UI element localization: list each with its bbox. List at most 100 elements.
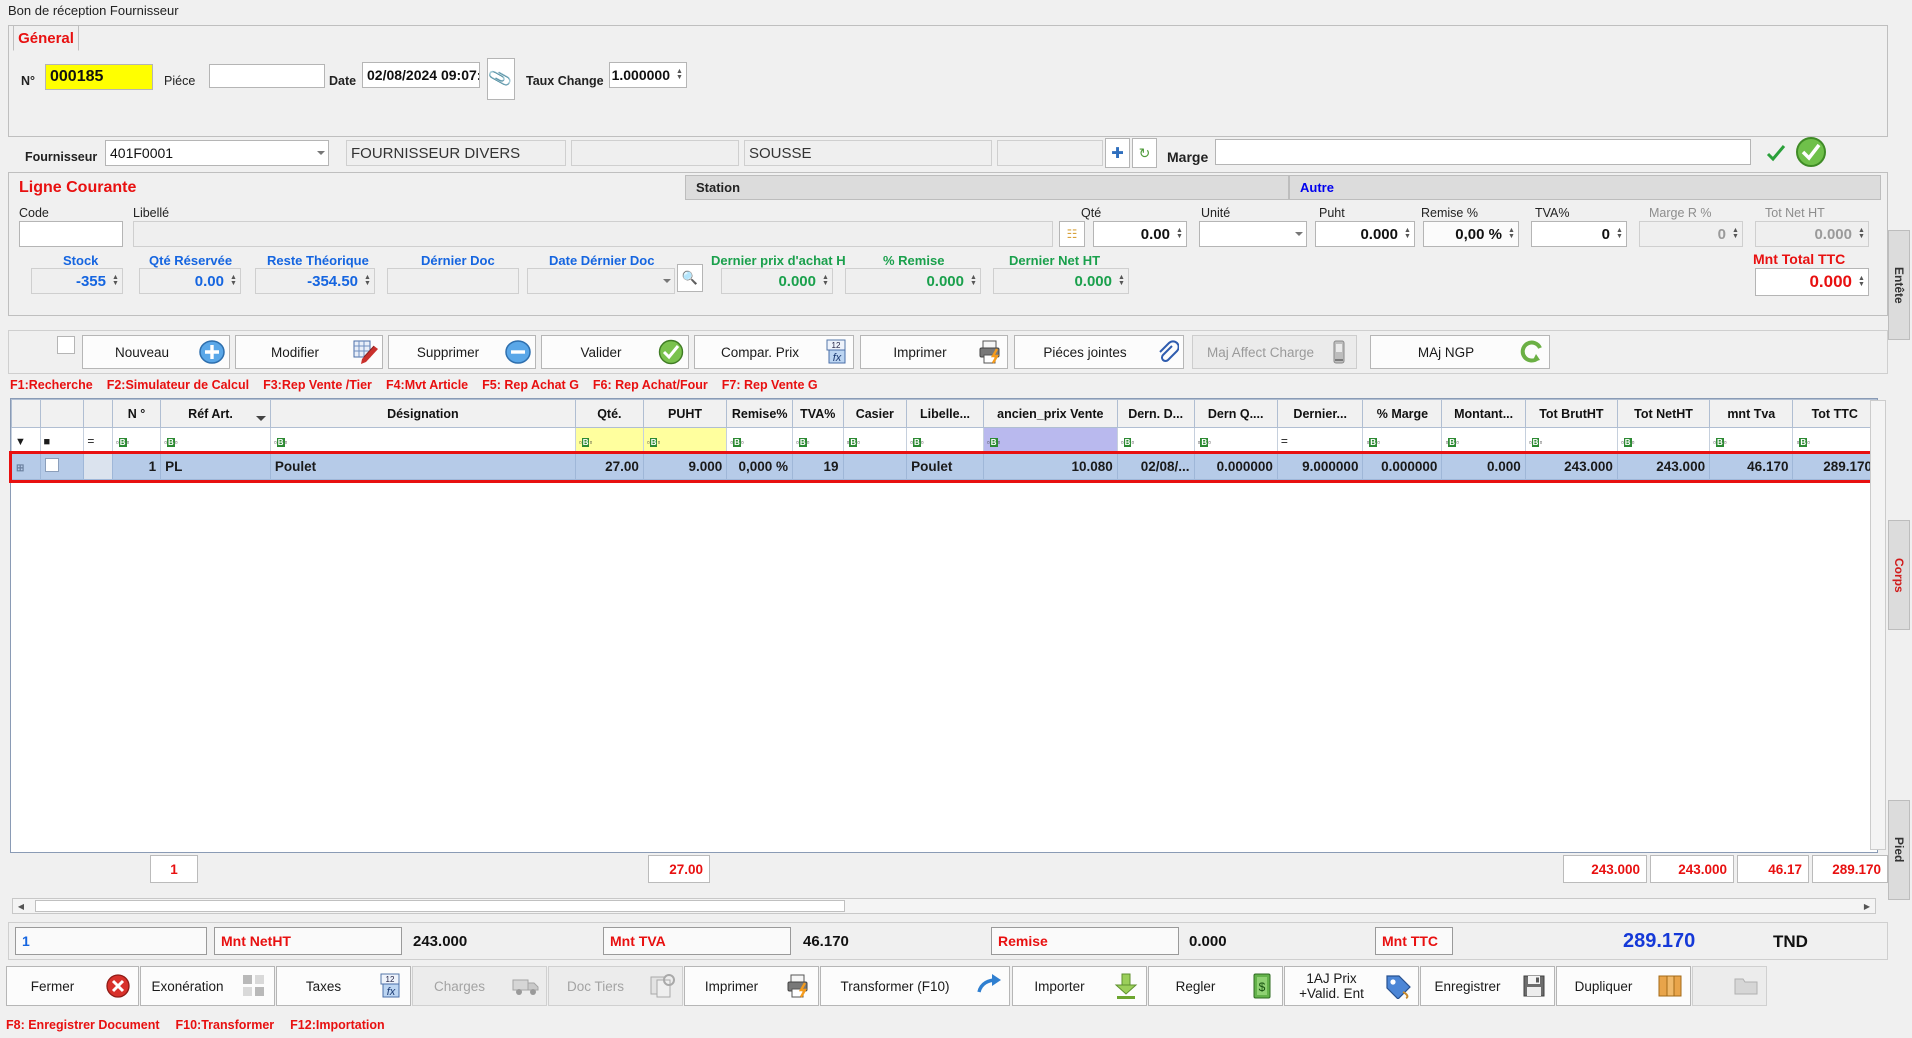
grid-col-header[interactable]: Dern Q.... (1193, 399, 1278, 428)
mnt-total-ttc-field[interactable]: 0.000 ▲ ▼ (1755, 268, 1869, 296)
bottom-imprimer-button[interactable]: Imprimer (684, 966, 819, 1006)
bottom-1aj-prix-valid-ent-button[interactable]: 1AJ Prix +Valid. Ent (1284, 966, 1419, 1006)
table-cell[interactable]: ⊞ (11, 453, 41, 480)
marge-check-icon[interactable] (1765, 142, 1787, 164)
search-button[interactable]: 🔍 (677, 264, 703, 292)
grid-filter-cell[interactable]: ▫B▫ (1616, 427, 1711, 454)
grid-filter-cell[interactable]: ▫B▫ (1116, 427, 1195, 454)
qte-input[interactable]: 0.00 ▲ ▼ (1093, 221, 1187, 247)
bottom-exon-ration-button[interactable]: Exonération (140, 966, 275, 1006)
grid-filter-cell[interactable]: ▫B▫ (792, 427, 844, 454)
row-checkbox[interactable] (44, 458, 59, 472)
chevron-down-icon[interactable] (317, 151, 325, 155)
grid-filter-cell[interactable]: ▫B▫ (1709, 427, 1794, 454)
grid-col-header[interactable]: Montant... (1441, 399, 1526, 428)
column-chooser-icon[interactable]: ■ (44, 436, 51, 448)
tva-spinner[interactable]: ▲ ▼ (1614, 223, 1625, 245)
tab-general[interactable]: Géneral (13, 25, 79, 51)
table-cell[interactable]: 02/08/... (1116, 453, 1195, 480)
grid-col-header[interactable]: mnt Tva (1709, 399, 1794, 428)
grid-filter-cell[interactable]: ▫B▫ (906, 427, 984, 454)
grid-filter-cell[interactable]: ▫B▫ (982, 427, 1118, 454)
grid-col-header[interactable]: Casier (842, 399, 908, 428)
attachment-button[interactable]: 📎 (487, 58, 515, 100)
grid-filter-cell[interactable]: ▫B▫ (269, 427, 576, 454)
grid-filter-cell[interactable]: ▫B▫ (160, 427, 271, 454)
table-cell[interactable] (39, 453, 85, 480)
table-cell[interactable]: 0.000000 (1193, 453, 1278, 480)
grid-filter-cell[interactable]: ▫B▫ (842, 427, 908, 454)
grid-vertical-scrollbar[interactable] (1870, 400, 1886, 850)
grid-filter-row[interactable]: ▼ ■ = ▫B▫ ▫B▫ ▫B▫ ▫B▫ ▫B▫ ▫B▫ ▫B▫ ▫B▫ ▫B▫ ▫B▫ ▫B▫ ▫B▫ =… (11, 427, 1877, 454)
vtab-corps[interactable]: Corps (1888, 520, 1910, 630)
vtab-pied[interactable]: Pied (1888, 800, 1910, 900)
bottom-transformer-f10-button[interactable]: Transformer (F10) (820, 966, 1010, 1006)
grid-filter-cell[interactable]: ▫B▫ (726, 427, 794, 454)
scroll-left-icon[interactable]: ◀ (14, 900, 28, 912)
grid-horizontal-scrollbar[interactable]: ◀ ▶ (12, 898, 1876, 914)
grid-filter-cell[interactable]: ▫B▫ (1193, 427, 1278, 454)
grid-filter-cell[interactable]: ▫B▫ (1362, 427, 1443, 454)
bottom-dupliquer-button[interactable]: Dupliquer (1556, 966, 1691, 1006)
grid-filter-cell[interactable]: ▫B▫ (1792, 427, 1877, 454)
grid-filter-cell[interactable]: ▫B▫ (1524, 427, 1618, 454)
table-cell[interactable]: 27.00 (574, 453, 644, 480)
table-cell[interactable]: 0,000 % (726, 453, 794, 480)
taux-change-field[interactable]: 1.000000 ▲ ▼ (609, 62, 687, 88)
fournisseur-code-combo[interactable]: 401F0001 (105, 140, 329, 166)
toolbar-pi-ces-jointes-button[interactable]: Piéces jointes (1014, 335, 1184, 369)
toolbar-nouveau-button[interactable]: Nouveau (82, 335, 230, 369)
toolbar-checkbox[interactable] (57, 336, 75, 354)
toolbar-modifier-button[interactable]: Modifier (235, 335, 383, 369)
num-field[interactable]: 000185 (45, 64, 153, 90)
lines-grid[interactable]: N ° Réf Art. Désignation Qté. PUHT Remise% TVA… (8, 398, 1880, 853)
chevron-down-icon[interactable] (1295, 232, 1303, 236)
remise-input[interactable]: 0,00 % ▲ ▼ (1423, 221, 1519, 247)
grid-filter-cell[interactable]: = (83, 427, 113, 454)
mnt-total-spinner[interactable]: ▲ ▼ (1856, 270, 1867, 294)
puht-spinner[interactable]: ▲ ▼ (1402, 223, 1413, 245)
grid-filter-cell[interactable]: ▫B▫ (574, 427, 644, 454)
vtab-entete[interactable]: Entête (1888, 230, 1910, 340)
table-cell[interactable]: Poulet (269, 453, 576, 480)
puht-input[interactable]: 0.000 ▲ ▼ (1315, 221, 1415, 247)
expand-boxes-button[interactable]: ☷ (1059, 221, 1085, 247)
bottom-fermer-button[interactable]: Fermer (6, 966, 139, 1006)
bottom-taxes-button[interactable]: Taxes 12 fx (276, 966, 411, 1006)
date-field[interactable]: 02/08/2024 09:07:0 (362, 62, 480, 88)
grid-col-header[interactable] (39, 399, 85, 428)
grid-col-header[interactable]: Dernier... (1276, 399, 1364, 428)
taux-change-spinner[interactable]: ▲ ▼ (674, 64, 685, 86)
grid-filter-cell[interactable]: ▫B▫ (642, 427, 728, 454)
toolbar-maj-ngp-button[interactable]: MAj NGP (1370, 335, 1550, 369)
grid-col-header[interactable]: Désignation (269, 399, 576, 428)
table-cell[interactable]: 289.170 (1792, 453, 1877, 480)
tab-autre[interactable]: Autre (1289, 175, 1881, 200)
grid-col-header[interactable]: % Marge (1362, 399, 1443, 428)
grid-col-header[interactable]: Tot NetHT (1616, 399, 1711, 428)
add-fournisseur-button[interactable]: ✚ (1105, 138, 1130, 168)
toolbar-valider-button[interactable]: Valider (541, 335, 689, 369)
grid-col-header[interactable]: Qté. (574, 399, 644, 428)
qte-spinner[interactable]: ▲ ▼ (1174, 223, 1185, 245)
table-cell[interactable]: 19 (792, 453, 844, 480)
table-cell[interactable]: 9.000000 (1276, 453, 1364, 480)
grid-col-header[interactable]: N ° (111, 399, 162, 428)
row-expander-icon[interactable]: ⊞ (16, 463, 24, 474)
toolbar-compar-prix-button[interactable]: Compar. Prix 12 fx (694, 335, 854, 369)
validate-green-icon[interactable] (1795, 136, 1827, 168)
toolbar-imprimer-button[interactable]: Imprimer (860, 335, 1008, 369)
table-cell[interactable]: 46.170 (1709, 453, 1794, 480)
code-input[interactable] (19, 221, 123, 247)
tva-input[interactable]: 0 ▲ ▼ (1531, 221, 1627, 247)
scroll-thumb[interactable] (35, 900, 845, 912)
remise-spinner[interactable]: ▲ ▼ (1506, 223, 1517, 245)
date-dernier-doc-combo[interactable] (527, 268, 675, 294)
bottom-enregistrer-button[interactable]: Enregistrer (1420, 966, 1555, 1006)
table-cell[interactable]: 0.000 (1441, 453, 1526, 480)
table-cell[interactable]: Poulet (906, 453, 984, 480)
scroll-right-icon[interactable]: ▶ (1860, 900, 1874, 912)
grid-col-header[interactable]: Réf Art. (160, 399, 271, 428)
tab-station[interactable]: Station (685, 175, 1289, 200)
marge-field[interactable] (1215, 139, 1751, 165)
